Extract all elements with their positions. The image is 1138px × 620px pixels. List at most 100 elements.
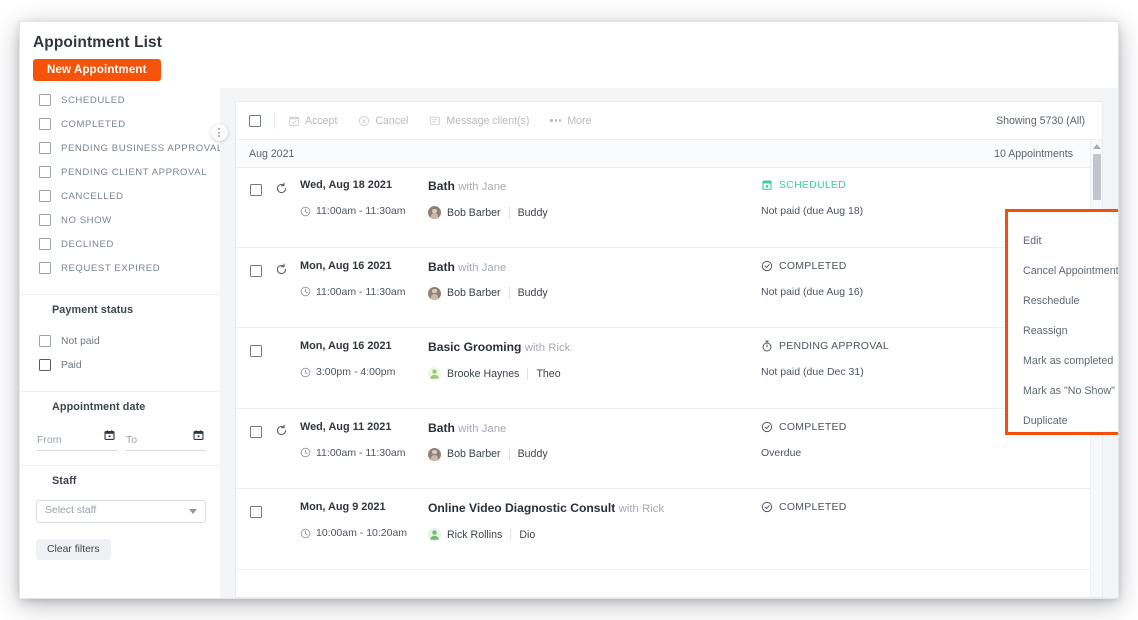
calendar-icon[interactable]: [193, 429, 204, 441]
divider: [508, 448, 510, 460]
date-to-field[interactable]: To: [125, 428, 206, 451]
checkbox[interactable]: [39, 166, 51, 178]
checkbox[interactable]: [39, 214, 51, 226]
staff-select[interactable]: Select staff: [36, 500, 206, 523]
context-menu-item-duplicate[interactable]: Duplicate: [1008, 406, 1118, 436]
accept-label: Accept: [305, 114, 338, 127]
payment-status-heading: Payment status: [52, 304, 134, 316]
staff-header[interactable]: Staff: [20, 466, 220, 496]
clock-icon: [300, 528, 311, 538]
status-label: PENDING APPROVAL: [779, 340, 890, 352]
clear-filters-button[interactable]: Clear filters: [36, 539, 111, 560]
status-filter-label: CANCELLED: [61, 190, 124, 202]
filters-scroll-area: SCHEDULED COMPLETED PENDING BUSINESS APPRO…: [20, 88, 220, 560]
payment-status: Not paid (due Dec 31): [761, 366, 864, 378]
clock-icon: [300, 286, 311, 297]
table-row[interactable]: Wed, Aug 18 2021 11:00am - 11:30am Bath wi…: [236, 167, 1102, 248]
cancel-action[interactable]: Cancel: [358, 115, 408, 127]
message-icon: [430, 116, 441, 125]
list-toolbar: Accept Cancel Message client(s) More Sho…: [236, 102, 1102, 140]
context-menu-item-mark-as-completed[interactable]: Mark as completed: [1008, 346, 1118, 376]
row-checkbox[interactable]: [250, 425, 262, 438]
table-row[interactable]: Mon, Aug 16 2021 3:00pm - 4:00pm Basic Gro…: [236, 328, 1102, 409]
ellipsis-icon: [550, 119, 562, 122]
avatar: [428, 286, 441, 300]
status-filter-pending-client-approval[interactable]: PENDING CLIENT APPROVAL: [20, 160, 220, 184]
table-row[interactable]: Mon, Aug 16 2021 11:00am - 11:30am Bath wi…: [236, 248, 1102, 328]
appointment-date-header[interactable]: Appointment date: [20, 392, 220, 422]
row-date-cell: Mon, Aug 9 2021 10:00am - 10:20am: [300, 501, 430, 539]
status-filter-cancelled[interactable]: CANCELLED: [20, 184, 220, 208]
month-band: Aug 2021 10 Appointments: [236, 140, 1102, 168]
row-checkbox[interactable]: [250, 184, 262, 196]
payment-filter-not-paid[interactable]: Not paid: [20, 329, 220, 353]
context-menu-item-reassign[interactable]: Reassign: [1008, 316, 1118, 346]
calendar-icon[interactable]: [104, 429, 115, 441]
row-checkbox[interactable]: [250, 264, 262, 277]
row-date-cell: Wed, Aug 18 2021 11:00am - 11:30am: [300, 179, 430, 217]
payment-filter-label: Not paid: [61, 335, 100, 347]
checkbox[interactable]: [39, 94, 51, 106]
appointment-time-row: 3:00pm - 4:00pm: [300, 366, 430, 378]
status-filter-completed[interactable]: COMPLETED: [20, 112, 220, 136]
date-from-placeholder: From: [37, 434, 62, 446]
status-filter-declined[interactable]: DECLINED: [20, 232, 220, 256]
checkbox[interactable]: [39, 118, 51, 130]
divider: [510, 528, 512, 541]
context-menu-item-mark-as-no-show[interactable]: Mark as "No Show": [1008, 376, 1118, 406]
more-action[interactable]: More: [550, 115, 591, 127]
context-menu-item-cancel-appointment[interactable]: Cancel Appointment: [1008, 256, 1118, 286]
status-filter-scheduled[interactable]: SCHEDULED: [20, 88, 220, 112]
row-service-cell: Bath with Jane Bob Barber Buddy: [428, 179, 758, 219]
table-row[interactable]: Mon, Aug 9 2021 10:00am - 10:20am Online V…: [236, 489, 1102, 570]
divider: [508, 206, 510, 219]
app-header: Appointment List New Appointment: [20, 22, 1118, 88]
status-badge: PENDING APPROVAL: [761, 340, 991, 352]
select-all-checkbox[interactable]: [249, 114, 261, 127]
checkbox[interactable]: [39, 142, 51, 154]
message-clients-action[interactable]: Message client(s): [429, 115, 529, 127]
scrollbar-thumb[interactable]: [1092, 154, 1101, 200]
checkbox[interactable]: [39, 238, 51, 250]
page-title: Appointment List: [33, 34, 163, 51]
appointment-context-menu[interactable]: Edit Cancel Appointment Reschedule Reassign…: [1005, 209, 1118, 435]
row-date-cell: Wed, Aug 11 2021 11:00am - 11:30am: [300, 421, 430, 459]
status-filter-request-expired[interactable]: REQUEST EXPIRED: [20, 256, 220, 280]
payment-status-header[interactable]: Payment status: [20, 295, 220, 325]
appointment-list-panel: Accept Cancel Message client(s) More Sho…: [220, 88, 1118, 598]
context-menu-item-edit[interactable]: Edit: [1008, 226, 1118, 256]
drag-dot: [218, 131, 220, 134]
checkbox[interactable]: [39, 335, 51, 347]
context-menu-item-reschedule[interactable]: Reschedule: [1008, 286, 1118, 316]
payment-filter-paid[interactable]: Paid: [20, 353, 220, 377]
accept-action[interactable]: Accept: [288, 115, 337, 127]
client-row: Bob Barber Buddy: [428, 286, 758, 300]
checkbox[interactable]: [39, 262, 51, 274]
sidebar-collapse-handle[interactable]: [211, 124, 228, 141]
status-filter-no-show[interactable]: NO SHOW: [20, 208, 220, 232]
row-status-cell: SCHEDULED Not paid (due Aug 18): [761, 179, 991, 217]
caret-up-icon[interactable]: [1093, 144, 1101, 149]
client-name: Bob Barber: [447, 206, 501, 219]
checkbox[interactable]: [39, 190, 51, 202]
person-icon: [430, 369, 439, 379]
date-from-field[interactable]: From: [36, 428, 117, 451]
status-filter-label: PENDING CLIENT APPROVAL: [61, 166, 208, 178]
appointment-date: Wed, Aug 18 2021: [300, 179, 393, 191]
checkbox[interactable]: [39, 359, 51, 371]
appointment-time: 11:00am - 11:30am: [316, 285, 406, 298]
new-appointment-button[interactable]: New Appointment: [33, 59, 161, 81]
table-row[interactable]: Wed, Aug 11 2021 11:00am - 11:30am Bath wi…: [236, 409, 1102, 489]
person-icon: [430, 530, 439, 540]
row-checkbox[interactable]: [250, 506, 262, 518]
calendar-icon: [762, 180, 772, 190]
status-filter-pending-business-approval[interactable]: PENDING BUSINESS APPROVAL: [20, 136, 220, 160]
screenshot-root: Appointment List New Appointment SCHEDUL…: [0, 0, 1138, 620]
avatar: [428, 528, 441, 541]
client-row: Rick Rollins Dio: [428, 528, 758, 541]
status-badge: COMPLETED: [761, 501, 991, 513]
client-name: Bob Barber: [447, 287, 501, 299]
row-checkbox[interactable]: [250, 345, 262, 357]
appointment-date: Mon, Aug 16 2021: [300, 340, 392, 352]
appointment-time-row: 11:00am - 11:30am: [300, 205, 430, 217]
